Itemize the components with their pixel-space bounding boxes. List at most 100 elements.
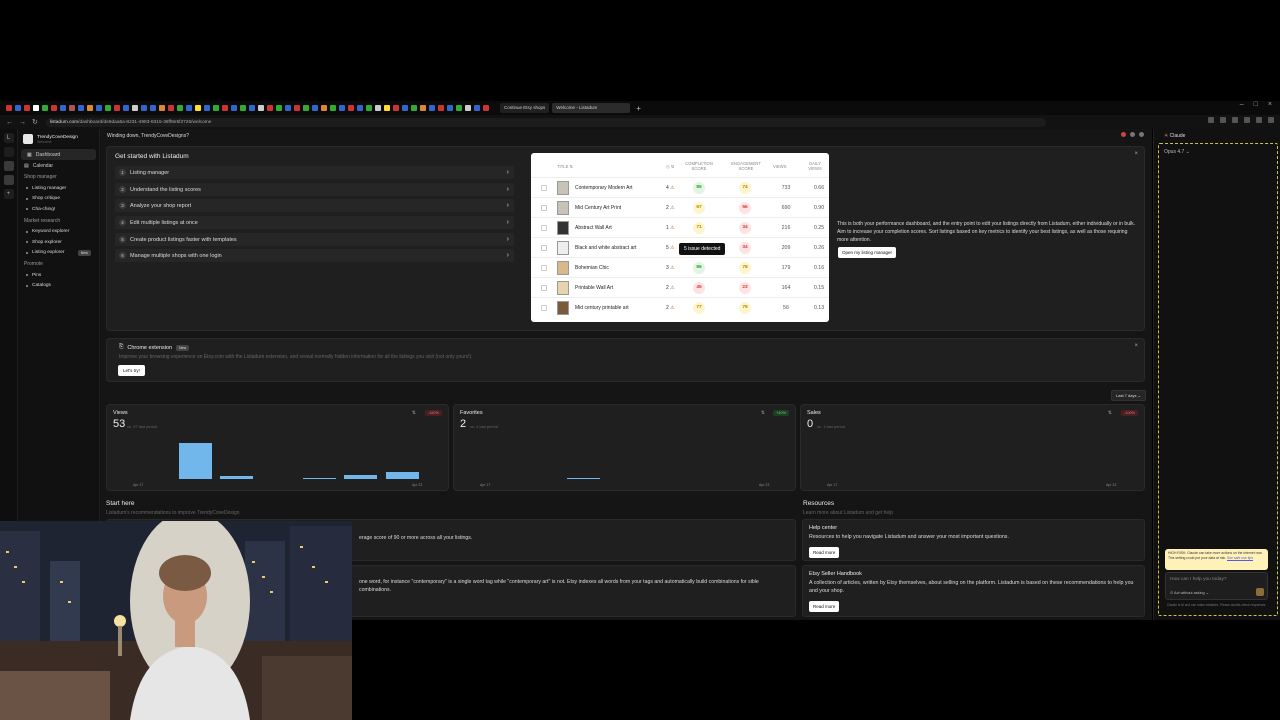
table-row[interactable]: Mid Century Art Print 2 ⚠ 67 56 690 0.90: [531, 197, 829, 217]
tab-favicon[interactable]: [339, 105, 345, 111]
sidebar-item-dashboard[interactable]: ▦ Dashboard: [21, 149, 96, 160]
tab-favicon[interactable]: [33, 105, 39, 111]
tab-favicon[interactable]: [276, 105, 282, 111]
close-icon[interactable]: ×: [1268, 101, 1272, 108]
tab-favicon[interactable]: [393, 105, 399, 111]
tab-favicon[interactable]: [6, 105, 12, 111]
tab-favicon[interactable]: [114, 105, 120, 111]
tab-favicon[interactable]: [51, 105, 57, 111]
tab-favicon[interactable]: [366, 105, 372, 111]
close-icon[interactable]: ×: [1134, 343, 1138, 349]
shop-switcher[interactable]: TrendyCoveDesign Welcome: [18, 129, 99, 149]
date-range-select[interactable]: Last 7 days ⌄: [1111, 390, 1146, 401]
step-edit-multiple[interactable]: 4 Edit multiple listings at once ›: [115, 216, 514, 229]
tab-favicon[interactable]: [177, 105, 183, 111]
tab-favicon[interactable]: [429, 105, 435, 111]
tab-favicon[interactable]: [267, 105, 273, 111]
back-icon[interactable]: ←: [6, 119, 13, 126]
read-more-button[interactable]: Read more: [809, 601, 840, 612]
minimize-icon[interactable]: –: [1240, 101, 1244, 108]
tab-favicon[interactable]: [402, 105, 408, 111]
extension-icon[interactable]: [1268, 117, 1274, 123]
tab-favicon[interactable]: [258, 105, 264, 111]
forward-icon[interactable]: →: [19, 119, 26, 126]
tab-favicon[interactable]: [249, 105, 255, 111]
tab-favicon[interactable]: [303, 105, 309, 111]
tab-favicon[interactable]: [159, 105, 165, 111]
tab-favicon[interactable]: [168, 105, 174, 111]
tab-favicon[interactable]: [132, 105, 138, 111]
tab-favicon[interactable]: [483, 105, 489, 111]
tab-favicon[interactable]: [447, 105, 453, 111]
tab-favicon[interactable]: [105, 105, 111, 111]
safe-use-link[interactable]: See safe use tips: [1227, 556, 1253, 560]
row-checkbox[interactable]: [541, 185, 547, 191]
row-checkbox[interactable]: [541, 225, 547, 231]
tab-favicon[interactable]: [456, 105, 462, 111]
sidebar-item-calendar[interactable]: ▤ Calendar: [18, 160, 99, 171]
row-checkbox[interactable]: [541, 265, 547, 271]
tab-favicon[interactable]: [375, 105, 381, 111]
rail-item-icon[interactable]: [3, 175, 14, 185]
sidebar-item-cha-ching[interactable]: Cha-ching!: [18, 204, 99, 215]
tab-favicon[interactable]: [141, 105, 147, 111]
tab-favicon[interactable]: [96, 105, 102, 111]
extension-icon[interactable]: [1232, 117, 1238, 123]
step-listing-scores[interactable]: 2 Understand the listing scores ›: [115, 183, 514, 196]
lets-try-button[interactable]: Let's try!: [118, 365, 145, 376]
table-row[interactable]: Abstract Wall Art 1 ⚠ 71 34 216 0.25: [531, 217, 829, 237]
step-multiple-shops[interactable]: 6 Manage multiple shops with one login ›: [115, 249, 514, 262]
rail-item-icon[interactable]: [3, 161, 14, 171]
table-row[interactable]: Contemporary Modern Art 4 ⚠ 85 74 733 0.…: [531, 177, 829, 197]
account-icon[interactable]: [1139, 132, 1144, 137]
read-more-button[interactable]: Read more: [809, 547, 840, 558]
extension-icon[interactable]: [1220, 117, 1226, 123]
extension-icon[interactable]: [1208, 117, 1214, 123]
tab-favicon[interactable]: [69, 105, 75, 111]
send-button[interactable]: [1256, 588, 1264, 596]
step-listing-manager[interactable]: 1 Listing manager ›: [115, 166, 514, 179]
listadum-logo-icon[interactable]: L: [3, 133, 14, 143]
extension-icon[interactable]: [1256, 117, 1262, 123]
tab-favicon[interactable]: [348, 105, 354, 111]
tab-favicon[interactable]: [231, 105, 237, 111]
tab-welcome-listadum[interactable]: Welcome - Listadum: [552, 103, 631, 113]
tab-favicon[interactable]: [222, 105, 228, 111]
tab-favicon[interactable]: [15, 105, 21, 111]
tab-favicon[interactable]: [123, 105, 129, 111]
sidebar-item-shop-explorer[interactable]: Shop explorer: [18, 237, 99, 248]
sidebar-item-keyword-explorer[interactable]: Keyword explorer: [18, 227, 99, 238]
maximize-icon[interactable]: □: [1254, 101, 1258, 108]
sidebar-item-listing-explorer[interactable]: Listing explorer New: [18, 248, 99, 259]
row-checkbox[interactable]: [541, 245, 547, 251]
tab-favicon[interactable]: [465, 105, 471, 111]
claude-prompt-input[interactable]: How can I help you today? ⊙ Act without …: [1165, 572, 1268, 600]
tab-favicon[interactable]: [438, 105, 444, 111]
tab-favicon[interactable]: [384, 105, 390, 111]
row-checkbox[interactable]: [541, 305, 547, 311]
new-tab-icon[interactable]: +: [636, 104, 641, 113]
tab-favicon[interactable]: [87, 105, 93, 111]
model-selector[interactable]: Opus 4.7 ⌄: [1164, 149, 1190, 155]
tab-favicon[interactable]: [285, 105, 291, 111]
step-shop-report[interactable]: 3 Analyze your shop report ›: [115, 199, 514, 212]
tab-favicon[interactable]: [357, 105, 363, 111]
tab-favicon[interactable]: [294, 105, 300, 111]
table-row[interactable]: Bohemian Chic 3 ⚠ 86 78 179 0.16: [531, 257, 829, 277]
tab-continue-etsy[interactable]: Continue Etsy shops: [500, 103, 550, 113]
extension-icon[interactable]: [1244, 117, 1250, 123]
tab-favicon[interactable]: [24, 105, 30, 111]
tab-favicon[interactable]: [474, 105, 480, 111]
tab-favicon[interactable]: [78, 105, 84, 111]
tab-favicon[interactable]: [321, 105, 327, 111]
rail-item-icon[interactable]: [3, 147, 14, 157]
table-row[interactable]: Mid century printable art 2 ⚠ 77 79 56 0…: [531, 297, 829, 317]
tab-favicon[interactable]: [411, 105, 417, 111]
close-icon[interactable]: ×: [1134, 151, 1138, 157]
row-checkbox[interactable]: [541, 205, 547, 211]
tab-favicon[interactable]: [213, 105, 219, 111]
sidebar-item-shop-critique[interactable]: Shop critique: [18, 194, 99, 205]
tab-favicon[interactable]: [195, 105, 201, 111]
open-listing-manager-button[interactable]: Open my listing manager: [838, 247, 897, 258]
step-templates[interactable]: 5 Create product listings faster with tem…: [115, 233, 514, 246]
